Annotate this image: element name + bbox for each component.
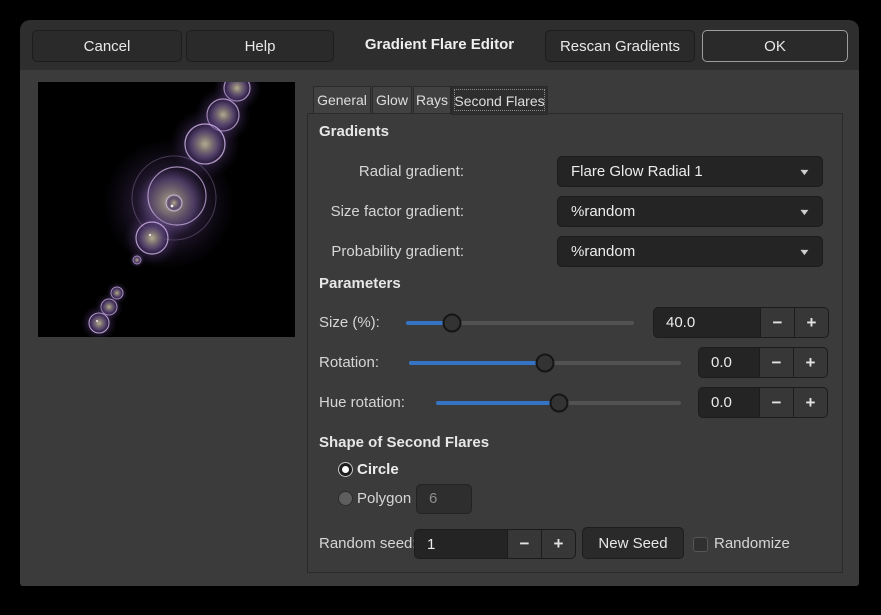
random-seed-input[interactable]: 1 bbox=[415, 530, 507, 558]
rotation-decrement-button[interactable]: − bbox=[759, 348, 793, 377]
hue-rotation-spinbox: 0.0 − + bbox=[698, 387, 828, 418]
plus-icon: + bbox=[807, 313, 817, 333]
polygon-sides-input[interactable]: 6 bbox=[416, 484, 472, 514]
shape-heading: Shape of Second Flares bbox=[319, 434, 489, 451]
slider-fill bbox=[436, 401, 559, 405]
tab-rays[interactable]: Rays bbox=[413, 86, 451, 114]
probability-gradient-label: Probability gradient: bbox=[318, 236, 464, 267]
random-seed-label: Random seed: bbox=[319, 529, 417, 559]
rotation-label: Rotation: bbox=[319, 347, 379, 378]
radial-gradient-label: Radial gradient: bbox=[318, 156, 464, 187]
gradient-flare-editor-window: Cancel Help Gradient Flare Editor Rescan… bbox=[20, 20, 859, 586]
plus-icon: + bbox=[806, 393, 816, 413]
hue-rotation-decrement-button[interactable]: − bbox=[759, 388, 793, 417]
tab-glow[interactable]: Glow bbox=[372, 86, 412, 114]
radial-gradient-value: Flare Glow Radial 1 bbox=[571, 163, 703, 180]
rotation-spinbox: 0.0 − + bbox=[698, 347, 828, 378]
probability-gradient-select[interactable]: %random ▼ bbox=[557, 236, 823, 267]
size-factor-gradient-value: %random bbox=[571, 203, 635, 220]
plus-icon: + bbox=[806, 353, 816, 373]
minus-icon: − bbox=[520, 534, 530, 554]
dialog-header: Cancel Help Gradient Flare Editor Rescan… bbox=[20, 20, 859, 70]
random-seed-decrement-button[interactable]: − bbox=[507, 530, 541, 558]
plus-icon: + bbox=[554, 534, 564, 554]
randomize-checkbox[interactable] bbox=[693, 537, 708, 552]
hue-rotation-label: Hue rotation: bbox=[319, 387, 405, 418]
polygon-radio[interactable] bbox=[338, 491, 353, 506]
cancel-button[interactable]: Cancel bbox=[32, 30, 182, 62]
random-seed-spinbox: 1 − + bbox=[414, 529, 576, 559]
rotation-value-input[interactable]: 0.0 bbox=[699, 348, 759, 377]
hue-rotation-value-input[interactable]: 0.0 bbox=[699, 388, 759, 417]
chevron-down-icon: ▼ bbox=[798, 247, 811, 257]
rescan-gradients-button[interactable]: Rescan Gradients bbox=[545, 30, 695, 62]
slider-thumb[interactable] bbox=[442, 313, 461, 332]
chevron-down-icon: ▼ bbox=[798, 207, 811, 217]
minus-icon: − bbox=[772, 353, 782, 373]
dialog-body: General Glow Rays Second Flares Gradient… bbox=[20, 70, 859, 586]
chevron-down-icon: ▼ bbox=[798, 167, 811, 177]
size-increment-button[interactable]: + bbox=[794, 308, 828, 337]
hue-rotation-slider[interactable] bbox=[436, 387, 681, 418]
help-button[interactable]: Help bbox=[186, 30, 334, 62]
size-factor-gradient-select[interactable]: %random ▼ bbox=[557, 196, 823, 227]
slider-fill bbox=[409, 361, 545, 365]
flare-preview-image bbox=[38, 82, 295, 337]
size-label: Size (%): bbox=[319, 307, 380, 338]
parameters-heading: Parameters bbox=[319, 275, 401, 292]
gradients-heading: Gradients bbox=[319, 123, 389, 140]
polygon-radio-label[interactable]: Polygon bbox=[357, 490, 411, 508]
circle-radio[interactable] bbox=[338, 462, 353, 477]
size-value-input[interactable]: 40.0 bbox=[654, 308, 760, 337]
minus-icon: − bbox=[773, 313, 783, 333]
random-seed-increment-button[interactable]: + bbox=[541, 530, 575, 558]
second-flares-panel: Gradients Radial gradient: Flare Glow Ra… bbox=[307, 113, 843, 573]
rotation-increment-button[interactable]: + bbox=[793, 348, 827, 377]
tab-second-flares[interactable]: Second Flares bbox=[451, 86, 548, 115]
size-factor-gradient-label: Size factor gradient: bbox=[318, 196, 464, 227]
radial-gradient-select[interactable]: Flare Glow Radial 1 ▼ bbox=[557, 156, 823, 187]
size-slider[interactable] bbox=[406, 307, 634, 338]
slider-thumb[interactable] bbox=[536, 353, 555, 372]
slider-thumb[interactable] bbox=[549, 393, 568, 412]
randomize-label[interactable]: Randomize bbox=[714, 529, 790, 559]
circle-radio-label[interactable]: Circle bbox=[357, 461, 399, 479]
minus-icon: − bbox=[772, 393, 782, 413]
size-decrement-button[interactable]: − bbox=[760, 308, 794, 337]
ok-button[interactable]: OK bbox=[702, 30, 848, 62]
flare-preview bbox=[38, 82, 295, 337]
new-seed-button[interactable]: New Seed bbox=[582, 527, 684, 559]
probability-gradient-value: %random bbox=[571, 243, 635, 260]
size-spinbox: 40.0 − + bbox=[653, 307, 829, 338]
tab-general[interactable]: General bbox=[313, 86, 371, 114]
hue-rotation-increment-button[interactable]: + bbox=[793, 388, 827, 417]
rotation-slider[interactable] bbox=[409, 347, 681, 378]
